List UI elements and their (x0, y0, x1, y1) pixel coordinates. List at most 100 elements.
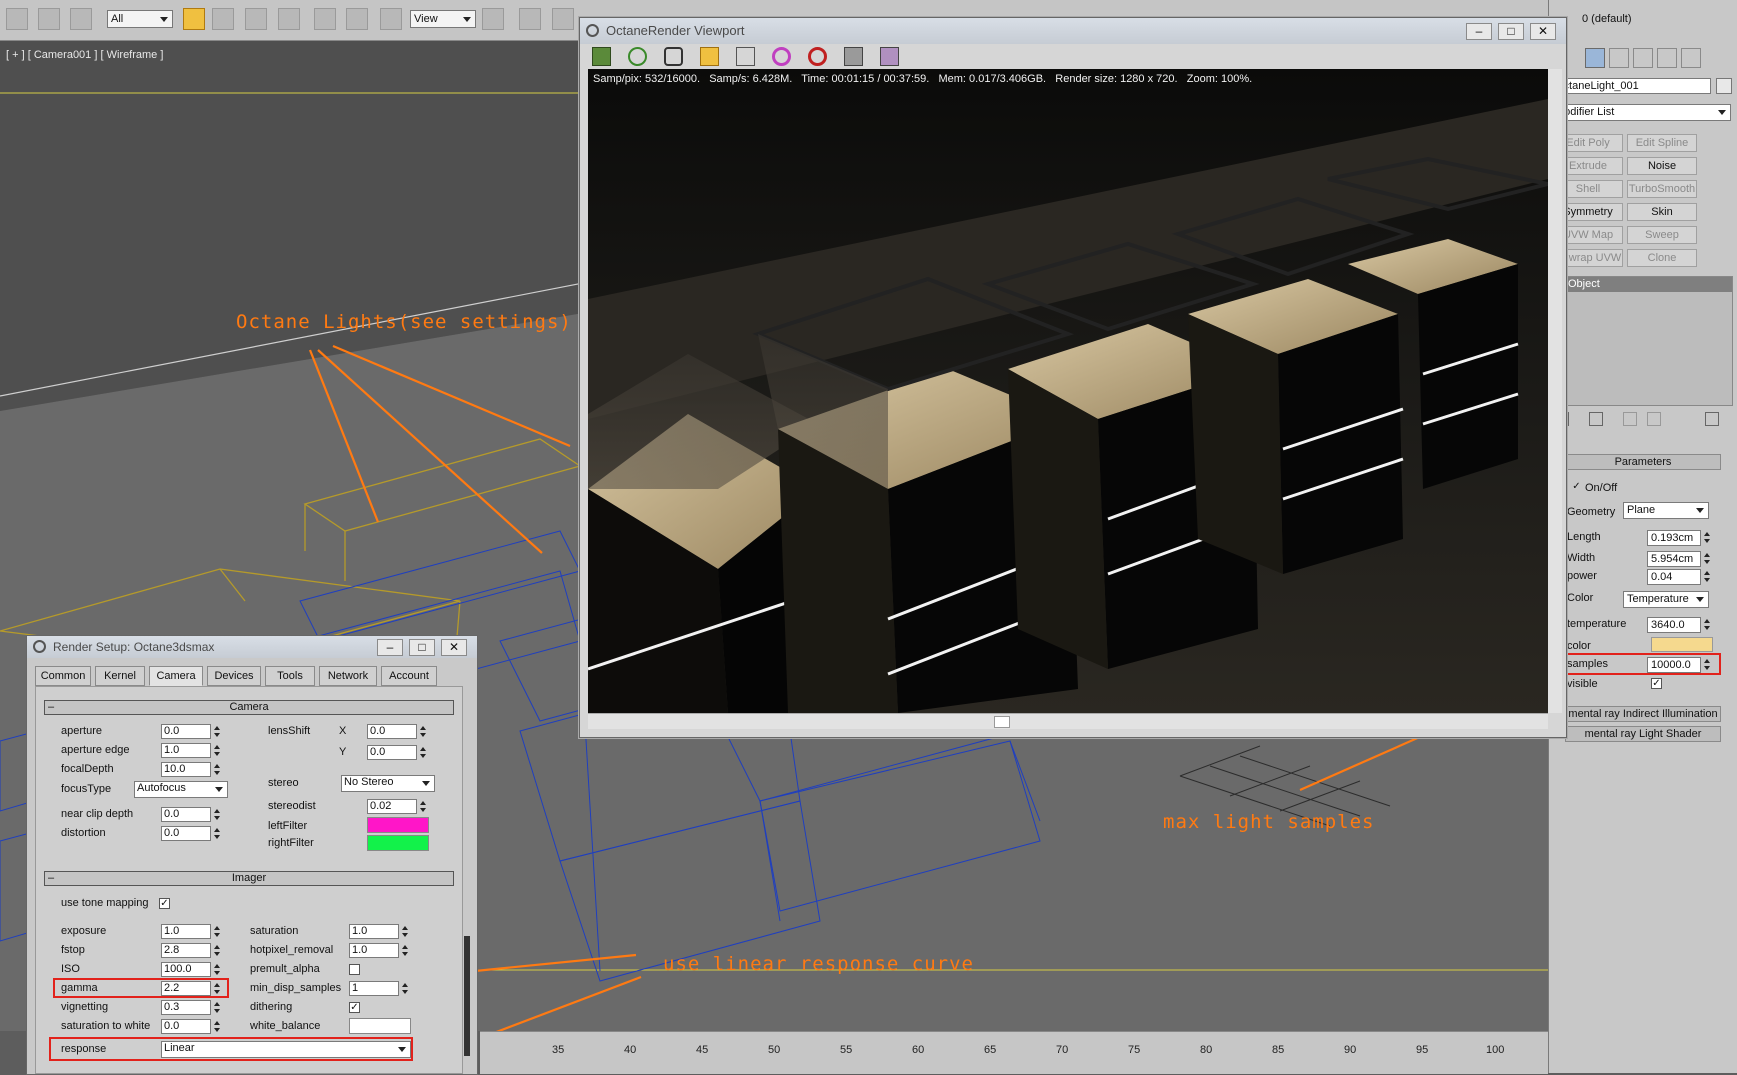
color-mode-dropdown[interactable]: Temperature (1623, 591, 1709, 608)
window-crossing-icon[interactable] (278, 8, 300, 30)
focus-picker-icon[interactable] (736, 47, 755, 66)
maximize-button[interactable]: □ (1498, 23, 1524, 40)
scale-icon[interactable] (380, 8, 402, 30)
minimize-button[interactable]: – (1466, 23, 1492, 40)
geometry-dropdown[interactable]: Plane (1623, 502, 1709, 519)
render-region-icon[interactable] (880, 47, 899, 66)
fstop-field[interactable]: 2.8 (161, 943, 211, 958)
select-object-icon[interactable] (183, 8, 205, 30)
close-button[interactable]: ✕ (1530, 23, 1556, 40)
distortion-spinner[interactable] (213, 826, 222, 842)
viewport-label[interactable]: [ + ] [ Camera001 ] [ Wireframe ] (6, 49, 163, 61)
hierarchy-tab-icon[interactable] (1609, 48, 1629, 68)
mental-ray-indirect-rollout[interactable]: mental ray Indirect Illumination (1565, 706, 1721, 722)
render-setup-close-button[interactable]: ✕ (441, 639, 467, 656)
aperture-edge-field[interactable]: 1.0 (161, 743, 211, 758)
imager-section-header[interactable]: – Imager (44, 871, 454, 886)
lens-shift-x-spinner[interactable] (419, 724, 428, 740)
length-field[interactable]: 0.193cm (1647, 530, 1701, 546)
exposure-field[interactable]: 1.0 (161, 924, 211, 939)
temperature-spinner[interactable] (1703, 617, 1712, 633)
tab-network[interactable]: Network (319, 666, 377, 686)
white-balance-swatch[interactable] (349, 1018, 411, 1034)
tab-kernel[interactable]: Kernel (95, 666, 145, 686)
power-field[interactable]: 0.04 (1647, 569, 1701, 585)
modify-tab-icon[interactable] (1585, 48, 1605, 68)
motion-tab-icon[interactable] (1633, 48, 1653, 68)
move-icon[interactable] (314, 8, 336, 30)
stereodist-spinner[interactable] (419, 799, 428, 815)
saturation-to-white-field[interactable]: 0.0 (161, 1019, 211, 1034)
width-spinner[interactable] (1703, 551, 1712, 567)
reference-coordinate-dropdown[interactable]: View (410, 10, 476, 28)
exposure-spinner[interactable] (213, 924, 222, 940)
lens-shift-y-field[interactable]: 0.0 (367, 745, 417, 760)
visible-checkbox[interactable]: ✓ (1651, 678, 1662, 689)
saturation-field[interactable]: 1.0 (349, 924, 399, 939)
selection-filter-dropdown[interactable]: All (107, 10, 173, 28)
saturation-to-white-spinner[interactable] (213, 1019, 222, 1035)
horizontal-scroll-thumb[interactable] (994, 716, 1010, 728)
keyboard-shortcut-override-icon[interactable] (552, 8, 574, 30)
hotpixel-spinner[interactable] (401, 943, 410, 959)
select-by-name-icon[interactable] (212, 8, 234, 30)
octane-render-image[interactable]: Samp/pix: 532/16000. Samp/s: 6.428M. Tim… (588, 69, 1548, 713)
modifier-button[interactable]: Noise (1627, 157, 1697, 175)
link-icon[interactable] (6, 8, 28, 30)
tab-common[interactable]: Common (35, 666, 91, 686)
restart-render-icon[interactable] (628, 47, 647, 66)
render-horizontal-scrollbar[interactable] (588, 713, 1548, 729)
pause-render-icon[interactable] (700, 47, 719, 66)
modifier-button[interactable]: Skin (1627, 203, 1697, 221)
remove-modifier-icon[interactable] (1647, 412, 1661, 426)
send-scene-icon[interactable] (592, 47, 611, 66)
vignetting-field[interactable]: 0.3 (161, 1000, 211, 1015)
lens-shift-y-spinner[interactable] (419, 745, 428, 761)
stereo-dropdown[interactable]: No Stereo (341, 775, 435, 792)
bind-spacewarp-icon[interactable] (70, 8, 92, 30)
min-disp-samples-spinner[interactable] (401, 981, 410, 997)
white-balance-picker-icon[interactable] (772, 47, 791, 66)
modifier-list-dropdown[interactable]: Modifier List (1551, 104, 1731, 121)
onoff-checkbox[interactable]: ✓ (1571, 482, 1582, 493)
modifier-button[interactable]: Sweep (1627, 226, 1697, 244)
light-color-swatch[interactable] (1651, 637, 1713, 652)
aperture-edge-spinner[interactable] (213, 743, 222, 759)
near-clip-field[interactable]: 0.0 (161, 807, 211, 822)
utilities-tab-icon[interactable] (1681, 48, 1701, 68)
min-disp-samples-field[interactable]: 1 (349, 981, 399, 996)
display-tab-icon[interactable] (1657, 48, 1677, 68)
fstop-spinner[interactable] (213, 943, 222, 959)
configure-sets-icon[interactable] (1705, 412, 1719, 426)
render-setup-maximize-button[interactable]: □ (409, 639, 435, 656)
saturation-spinner[interactable] (401, 924, 410, 940)
modifier-button[interactable]: Edit Spline (1627, 134, 1697, 152)
select-manipulate-icon[interactable] (519, 8, 541, 30)
aperture-field[interactable]: 0.0 (161, 724, 211, 739)
mental-ray-shader-rollout[interactable]: mental ray Light Shader (1565, 726, 1721, 742)
focal-depth-spinner[interactable] (213, 762, 222, 778)
vignetting-spinner[interactable] (213, 1000, 222, 1016)
left-filter-swatch[interactable] (367, 817, 429, 833)
tab-camera[interactable]: Camera (149, 666, 203, 686)
iso-field[interactable]: 100.0 (161, 962, 211, 977)
temperature-field[interactable]: 3640.0 (1647, 617, 1701, 633)
stereodist-field[interactable]: 0.02 (367, 799, 417, 814)
tab-account[interactable]: Account (381, 666, 437, 686)
iso-spinner[interactable] (213, 962, 222, 978)
right-filter-swatch[interactable] (367, 835, 429, 851)
rotate-icon[interactable] (346, 8, 368, 30)
save-image-icon[interactable] (844, 47, 863, 66)
stack-item-object[interactable]: Object (1552, 277, 1732, 292)
lens-shift-x-field[interactable]: 0.0 (367, 724, 417, 739)
modifier-button[interactable]: Clone (1627, 249, 1697, 267)
width-field[interactable]: 5.954cm (1647, 551, 1701, 567)
render-setup-scrollbar[interactable] (464, 936, 470, 1056)
near-clip-spinner[interactable] (213, 807, 222, 823)
lock-icon[interactable] (664, 47, 683, 66)
power-spinner[interactable] (1703, 569, 1712, 585)
object-name-field[interactable]: OctaneLight_001 (1551, 78, 1711, 94)
octane-title-bar[interactable]: OctaneRender Viewport (580, 18, 1566, 44)
tab-devices[interactable]: Devices (207, 666, 261, 686)
rectangular-selection-icon[interactable] (245, 8, 267, 30)
